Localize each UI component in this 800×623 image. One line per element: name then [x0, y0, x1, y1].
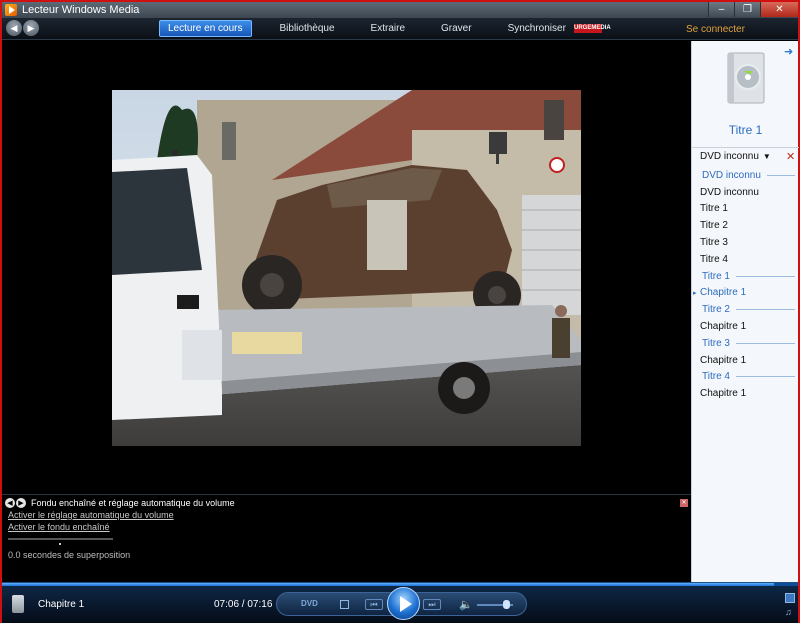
now-playing-title: Chapitre 1 — [38, 599, 85, 610]
sign-in-link[interactable]: Se connecter — [686, 24, 745, 35]
list-item[interactable]: Titre 2 — [692, 217, 799, 234]
window-controls: – ❐ ✕ — [708, 2, 798, 18]
tab-library[interactable]: Bibliothèque — [272, 20, 343, 37]
clear-list-icon[interactable]: ✕ — [786, 150, 795, 163]
player-window: Lecteur Windows Media – ❐ ✕ ◀ ▶ Lecture … — [0, 0, 800, 623]
video-frame[interactable] — [112, 90, 581, 446]
minimize-button[interactable]: – — [708, 2, 734, 17]
seek-bar[interactable] — [2, 583, 798, 586]
title-bar: Lecteur Windows Media – ❐ ✕ — [2, 2, 798, 18]
tab-now-playing[interactable]: Lecture en cours — [159, 20, 252, 37]
previous-icon[interactable]: ⏮ — [365, 599, 383, 610]
seek-bar-progress — [2, 583, 775, 586]
list-item[interactable]: Chapitre 1 — [692, 318, 799, 335]
urge-logo[interactable]: URGEMEDIA — [574, 24, 611, 33]
fullscreen-icon[interactable] — [785, 593, 795, 603]
tree-header-title-4[interactable]: Titre 4 — [692, 369, 799, 386]
list-pane: ➜ Titre 1 DVD inconnu ▼ ✕ DVD inconnu DV… — [691, 41, 799, 582]
video-scene-image — [112, 90, 581, 446]
list-item-selected[interactable]: Chapitre 1 — [692, 285, 799, 302]
crossfade-link[interactable]: Activer le fondu enchaîné — [8, 522, 110, 532]
next-enhancement-icon[interactable]: ▶ — [16, 498, 26, 508]
volume-icon[interactable]: 🔈 — [459, 598, 473, 611]
dvd-dropdown[interactable]: DVD inconnu ▼ — [700, 151, 771, 162]
list-item[interactable]: Titre 3 — [692, 234, 799, 251]
enhancements-panel: ◀ ▶ Fondu enchaîné et réglage automatiqu… — [2, 494, 691, 582]
dvd-tree: DVD inconnu DVD inconnu Titre 1 Titre 2 … — [692, 167, 799, 402]
tab-burn[interactable]: Graver — [433, 20, 480, 37]
time-readout: 07:06 / 07:16 — [214, 599, 273, 610]
stop-icon[interactable] — [340, 600, 349, 609]
nav-bar: ◀ ▶ Lecture en cours Bibliothèque Extrai… — [2, 18, 798, 40]
back-arrow-icon[interactable]: ◀ — [6, 20, 22, 36]
media-player-icon — [5, 4, 17, 16]
previous-enhancement-icon[interactable]: ◀ — [5, 498, 15, 508]
tab-sync[interactable]: Synchroniser — [500, 20, 574, 37]
transport-bar: DVD ⏮ ⏭ 🔈 — [276, 587, 527, 620]
media-info-icon[interactable] — [12, 595, 24, 613]
tree-header-dvd[interactable]: DVD inconnu — [692, 167, 799, 184]
dvd-dropdown-label: DVD inconnu — [700, 151, 759, 162]
tree-header-title-1[interactable]: Titre 1 — [692, 268, 799, 285]
list-item[interactable]: DVD inconnu — [692, 184, 799, 201]
crossfade-slider-handle[interactable] — [59, 543, 61, 545]
list-item[interactable]: Titre 1 — [692, 201, 799, 218]
crossfade-slider[interactable] — [8, 538, 113, 540]
pane-title: Titre 1 — [728, 123, 763, 137]
play-icon[interactable] — [387, 587, 420, 620]
tree-header-title-2[interactable]: Titre 2 — [692, 301, 799, 318]
window-title: Lecteur Windows Media — [22, 4, 140, 16]
restore-button[interactable]: ❐ — [734, 2, 760, 17]
enhancements-header: ◀ ▶ Fondu enchaîné et réglage automatiqu… — [5, 498, 235, 508]
pane-expand-arrow-icon[interactable]: ➜ — [784, 45, 793, 58]
switch-to-compact-icon[interactable]: ♫ — [785, 607, 795, 617]
close-enhancements-icon[interactable]: ✕ — [680, 499, 688, 507]
nav-tabs: Lecture en cours Bibliothèque Extraire G… — [159, 20, 594, 37]
pane-divider — [692, 147, 799, 148]
close-button[interactable]: ✕ — [760, 2, 798, 17]
video-area[interactable] — [2, 41, 691, 494]
tree-header-title-3[interactable]: Titre 3 — [692, 335, 799, 352]
next-icon[interactable]: ⏭ — [423, 599, 441, 610]
list-item[interactable]: Chapitre 1 — [692, 352, 799, 369]
list-item[interactable]: Titre 4 — [692, 251, 799, 268]
dvd-menu-button[interactable]: DVD — [301, 599, 318, 608]
playback-controls: Chapitre 1 07:06 / 07:16 DVD ⏮ ⏭ 🔈 ♫ — [2, 582, 798, 623]
nav-arrows: ◀ ▶ — [6, 20, 39, 36]
crossfade-status: 0.0 secondes de superposition — [8, 550, 131, 560]
volume-slider-handle[interactable] — [503, 600, 511, 609]
tab-rip[interactable]: Extraire — [363, 20, 413, 37]
list-item[interactable]: Chapitre 1 — [692, 385, 799, 402]
chevron-down-icon: ▼ — [762, 152, 771, 161]
enhancements-title: Fondu enchaîné et réglage automatique du… — [31, 498, 235, 508]
dvd-case-icon — [726, 51, 766, 105]
auto-volume-link[interactable]: Activer le réglage automatique du volume — [8, 510, 174, 520]
forward-arrow-icon[interactable]: ▶ — [23, 20, 39, 36]
